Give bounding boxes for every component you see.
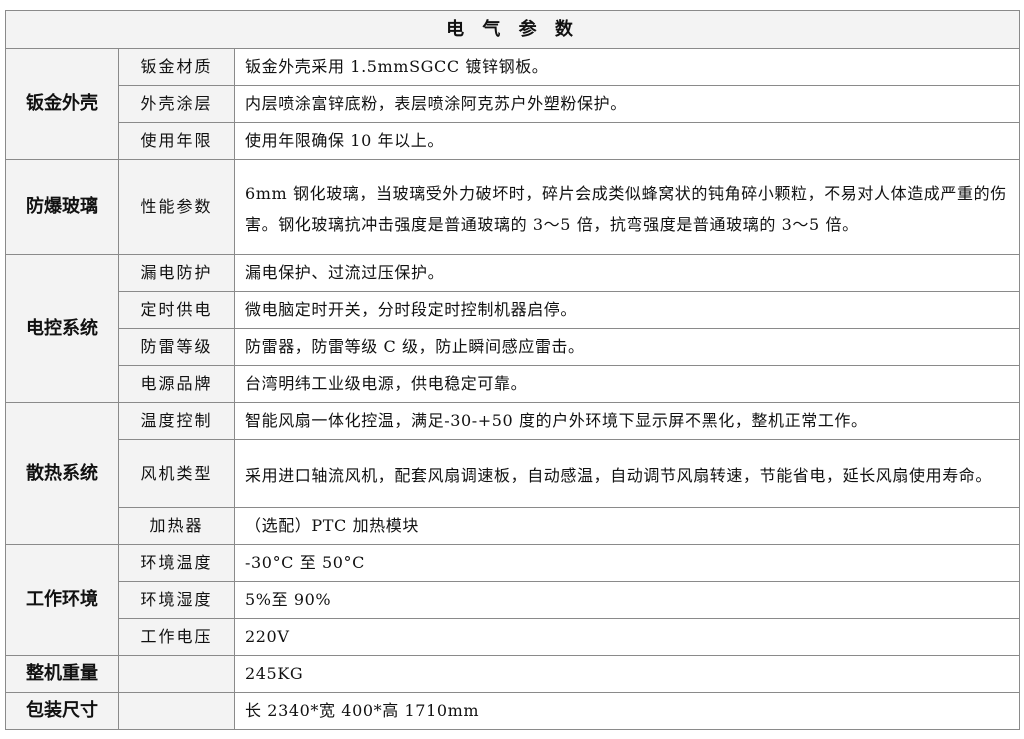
row-label: 漏电防护 bbox=[118, 254, 235, 292]
table-row: 定时供电 微电脑定时开关，分时段定时控制机器启停。 bbox=[6, 291, 1021, 329]
table-title: 电 气 参 数 bbox=[4, 10, 1021, 49]
row-label bbox=[118, 692, 235, 730]
row-value: 5%至 90% bbox=[233, 581, 1021, 619]
row-value: 钣金外壳采用 1.5mmSGCC 镀锌钢板。 bbox=[233, 48, 1021, 86]
table-row: 钣金外壳 钣金材质 钣金外壳采用 1.5mmSGCC 镀锌钢板。 bbox=[5, 48, 1021, 160]
table-row: 使用年限 使用年限确保 10 年以上。 bbox=[6, 122, 1021, 160]
row-value: 漏电保护、过流过压保护。 bbox=[233, 254, 1021, 292]
row-value: （选配）PTC 加热模块 bbox=[233, 507, 1021, 545]
row-value: 采用进口轴流风机，配套风扇调速板，自动感温，自动调节风扇转速，节能省电，延长风扇… bbox=[233, 439, 1021, 508]
table-row: 整机重量 245KG bbox=[5, 655, 1021, 693]
category-cell: 工作环境 bbox=[5, 544, 119, 656]
row-label: 定时供电 bbox=[118, 291, 235, 329]
table-row: 环境湿度 5%至 90% bbox=[6, 581, 1021, 619]
table-row: 加热器 （选配）PTC 加热模块 bbox=[6, 507, 1021, 545]
row-label: 使用年限 bbox=[118, 122, 235, 160]
row-value: 6mm 钢化玻璃，当玻璃受外力破坏时，碎片会成类似蜂窝状的钝角碎小颗粒，不易对人… bbox=[233, 159, 1021, 255]
spec-sheet: 电 气 参 数 钣金外壳 钣金材质 钣金外壳采用 1.5mmSGCC 镀锌钢板。… bbox=[4, 10, 1021, 730]
row-label bbox=[118, 655, 235, 693]
category-cell: 电控系统 bbox=[5, 254, 119, 403]
row-label: 环境温度 bbox=[118, 544, 235, 582]
table-row: 防爆玻璃 性能参数 6mm 钢化玻璃，当玻璃受外力破坏时，碎片会成类似蜂窝状的钝… bbox=[5, 159, 1021, 255]
row-value: 智能风扇一体化控温，满足-30-+50 度的户外环境下显示屏不黑化，整机正常工作… bbox=[233, 402, 1021, 440]
category-cell: 钣金外壳 bbox=[5, 48, 119, 160]
table-row: 散热系统 温度控制 智能风扇一体化控温，满足-30-+50 度的户外环境下显示屏… bbox=[5, 402, 1021, 545]
table-row: 工作电压 220V bbox=[6, 618, 1021, 656]
category-cell: 散热系统 bbox=[5, 402, 119, 545]
category-cell: 包装尺寸 bbox=[5, 692, 119, 730]
row-label: 钣金材质 bbox=[118, 48, 235, 86]
table-row: 电源品牌 台湾明纬工业级电源，供电稳定可靠。 bbox=[6, 365, 1021, 403]
row-label: 环境湿度 bbox=[118, 581, 235, 619]
row-value: 台湾明纬工业级电源，供电稳定可靠。 bbox=[233, 365, 1021, 403]
category-cell: 防爆玻璃 bbox=[5, 159, 119, 255]
category-cell: 整机重量 bbox=[5, 655, 119, 693]
table-row: 工作环境 环境温度 -30°C 至 50°C bbox=[5, 544, 1021, 656]
table-row: 包装尺寸 长 2340*宽 400*高 1710mm bbox=[5, 692, 1021, 730]
row-label: 温度控制 bbox=[118, 402, 235, 440]
table-row: 外壳涂层 内层喷涂富锌底粉，表层喷涂阿克苏户外塑粉保护。 bbox=[6, 85, 1021, 123]
row-label: 工作电压 bbox=[118, 618, 235, 656]
row-value: 220V bbox=[233, 618, 1021, 656]
row-value: 长 2340*宽 400*高 1710mm bbox=[233, 692, 1021, 730]
row-label: 加热器 bbox=[118, 507, 235, 545]
row-label: 外壳涂层 bbox=[118, 85, 235, 123]
row-value: 内层喷涂富锌底粉，表层喷涂阿克苏户外塑粉保护。 bbox=[233, 85, 1021, 123]
row-value: 245KG bbox=[233, 655, 1021, 693]
row-value: 使用年限确保 10 年以上。 bbox=[233, 122, 1021, 160]
table-row: 防雷等级 防雷器，防雷等级 C 级，防止瞬间感应雷击。 bbox=[6, 328, 1021, 366]
row-label: 电源品牌 bbox=[118, 365, 235, 403]
row-value: 微电脑定时开关，分时段定时控制机器启停。 bbox=[233, 291, 1021, 329]
electrical-parameters-table: 电 气 参 数 钣金外壳 钣金材质 钣金外壳采用 1.5mmSGCC 镀锌钢板。… bbox=[4, 10, 1021, 730]
row-label: 性能参数 bbox=[118, 159, 235, 255]
table-row: 电控系统 漏电防护 漏电保护、过流过压保护。 bbox=[5, 254, 1021, 403]
title-row: 电 气 参 数 bbox=[4, 10, 1021, 49]
row-label: 风机类型 bbox=[118, 439, 235, 508]
row-label: 防雷等级 bbox=[118, 328, 235, 366]
row-value: 防雷器，防雷等级 C 级，防止瞬间感应雷击。 bbox=[233, 328, 1021, 366]
row-value: -30°C 至 50°C bbox=[233, 544, 1021, 582]
table-row: 风机类型 采用进口轴流风机，配套风扇调速板，自动感温，自动调节风扇转速，节能省电… bbox=[6, 439, 1021, 508]
